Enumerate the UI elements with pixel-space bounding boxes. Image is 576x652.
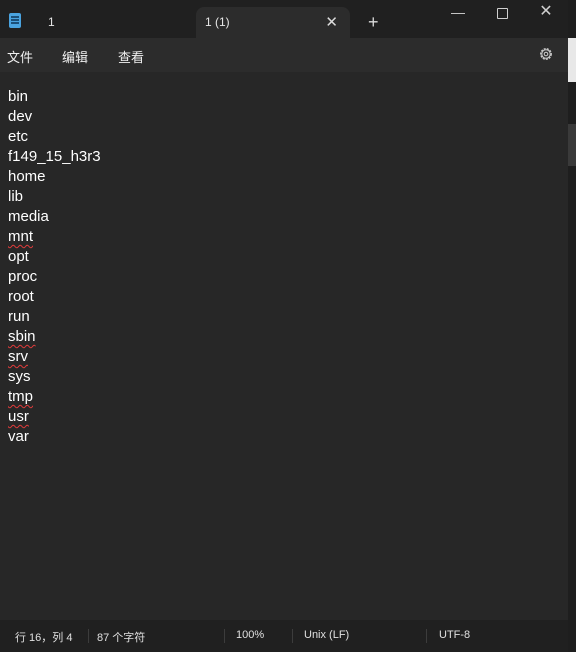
tab-label: 1 (1) [205, 15, 230, 29]
editor-line: root [8, 287, 101, 307]
editor-line: dev [8, 107, 101, 127]
status-divider [224, 629, 225, 643]
editor-content[interactable]: bin dev etc f149_15_h3r3home lib media mnt opt p… [8, 87, 101, 447]
editor-line-text: f149_15_h3r3 [8, 148, 101, 165]
maximize-button[interactable] [480, 0, 524, 24]
editor-line-text: etc [8, 128, 29, 145]
line-ending[interactable]: Unix (LF) [304, 629, 349, 641]
zoom-level[interactable]: 100% [236, 629, 264, 641]
editor-line-text: bin [8, 88, 29, 105]
status-divider [88, 629, 89, 643]
editor-line-text: mnt [8, 228, 34, 245]
maximize-icon [496, 7, 508, 19]
editor-line: bin [8, 87, 101, 107]
editor-line: proc [8, 267, 101, 287]
editor-line: sbin [8, 327, 101, 347]
tab-inactive[interactable]: 1 [38, 7, 188, 38]
editor-line-text: root [8, 288, 34, 305]
editor-line-text: tmp [8, 388, 34, 405]
editor-line-text: home [8, 168, 46, 185]
editor-line: f149_15_h3r3 [8, 147, 101, 167]
menu-file[interactable]: 文件 [7, 47, 33, 66]
character-count: 87 个字符 [97, 632, 146, 644]
editor-line: run [8, 307, 101, 327]
close-tab-icon[interactable]: ✕ [325, 7, 338, 38]
status-bar: 行 16，列 4 87 个字符 100% Unix (LF) UTF-8 [0, 620, 568, 652]
editor-line: usr [8, 407, 101, 427]
editor-line: media [8, 207, 101, 227]
new-tab-button[interactable]: + [368, 10, 379, 34]
gear-icon[interactable] [538, 46, 554, 62]
text-editor[interactable]: bin dev etc f149_15_h3r3home lib media mnt opt p… [0, 72, 568, 620]
minimize-button[interactable]: — [436, 0, 480, 24]
editor-line: home [8, 167, 101, 187]
editor-line: mnt [8, 227, 101, 247]
status-divider [292, 629, 293, 643]
close-window-button[interactable]: ✕ [524, 0, 568, 24]
editor-line-text: run [8, 308, 30, 325]
editor-line-text: proc [8, 268, 38, 285]
tab-active[interactable]: 1 (1) ✕ [196, 7, 350, 38]
editor-line: sys [8, 367, 101, 387]
menu-edit[interactable]: 编辑 [62, 47, 88, 66]
editor-line-text: lib [8, 188, 24, 205]
editor-line: var [8, 427, 101, 447]
editor-line: srv [8, 347, 101, 367]
menu-view[interactable]: 查看 [118, 47, 144, 66]
editor-line-text: usr [8, 408, 29, 425]
editor-line-text: sbin [8, 328, 36, 345]
editor-line: tmp [8, 387, 101, 407]
editor-line-text: sys [8, 368, 31, 385]
editor-line-text: srv [8, 348, 28, 365]
scrollbar[interactable] [568, 0, 576, 652]
notepad-icon [9, 13, 21, 28]
notepad-window: 1 1 (1) ✕ + — ✕ 文件 编辑 查看 bin dev etc f149_1… [0, 0, 576, 652]
cursor-position: 行 16，列 4 [15, 632, 73, 644]
editor-line-text: var [8, 428, 29, 445]
editor-line: opt [8, 247, 101, 267]
tab-label: 1 [48, 15, 55, 29]
encoding[interactable]: UTF-8 [439, 629, 470, 641]
menu-bar: 文件 编辑 查看 [0, 38, 568, 72]
editor-line-text: media [8, 208, 49, 225]
editor-line-text: opt [8, 248, 29, 265]
editor-line: etc [8, 127, 101, 147]
status-divider [426, 629, 427, 643]
editor-line-text: dev [8, 108, 33, 125]
editor-line: lib [8, 187, 101, 207]
title-bar: 1 1 (1) ✕ + — ✕ [0, 0, 576, 38]
